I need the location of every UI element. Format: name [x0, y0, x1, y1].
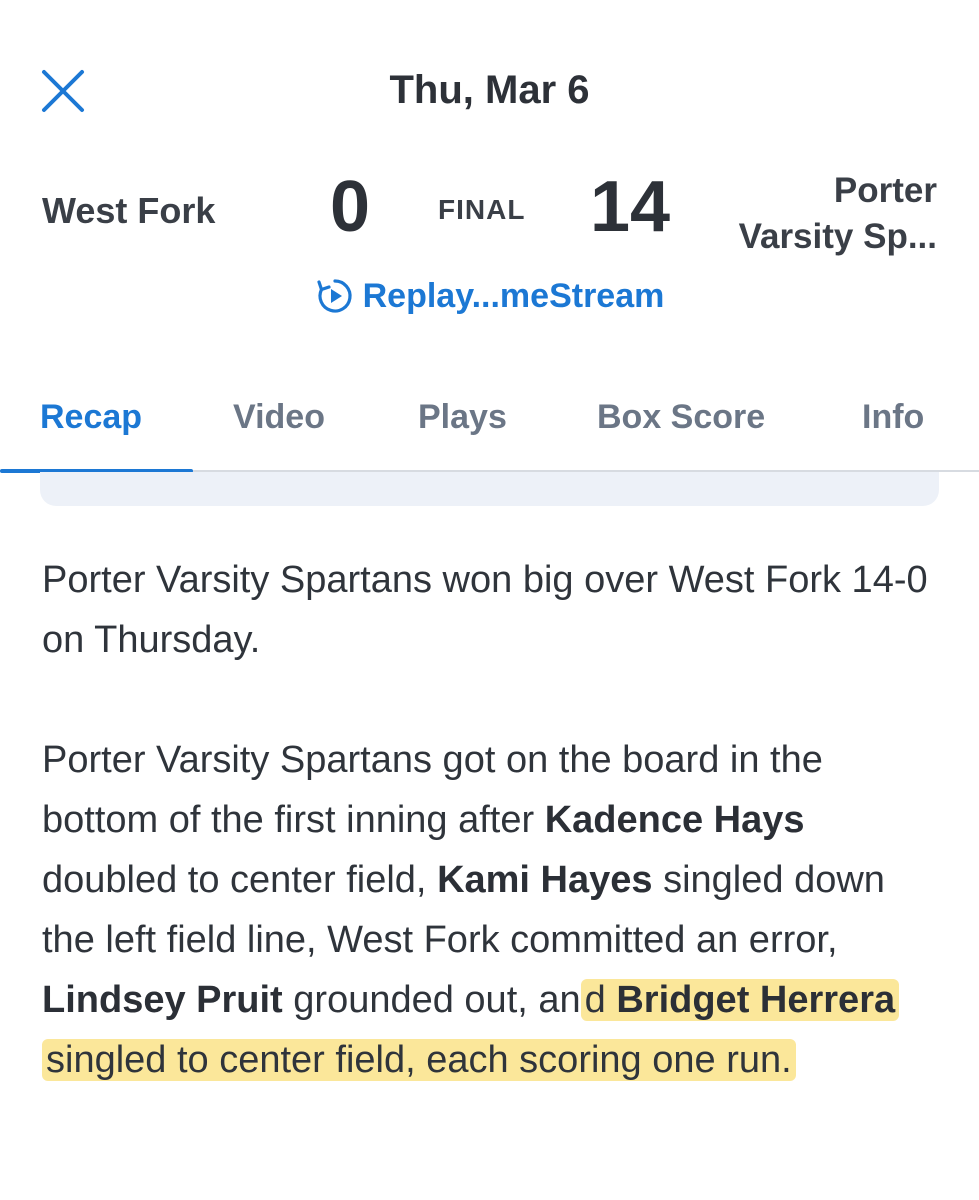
replay-stream-link[interactable]: Replay...meStream [0, 276, 979, 316]
player-name: Kami Hayes [437, 859, 653, 901]
recap-first-inning-paragraph: Porter Varsity Spartans got on the board… [42, 730, 937, 1090]
away-team-score: 0 [329, 167, 371, 247]
tab-recap[interactable]: Recap [40, 398, 142, 437]
game-date-title: Thu, Mar 6 [389, 68, 590, 112]
home-team-name-line1: Porter [833, 171, 937, 210]
player-name: Bridget Herrera [616, 979, 896, 1021]
tab-info[interactable]: Info [862, 398, 924, 437]
recap-text: grounded out, an [282, 979, 581, 1021]
recap-text: d [584, 979, 617, 1021]
replay-stream-label: Replay...meStream [362, 276, 665, 315]
recap-text: doubled to center field, [42, 859, 438, 901]
tab-box-score[interactable]: Box Score [597, 398, 765, 437]
replay-icon [317, 279, 352, 313]
player-name: Lindsey Pruit [42, 979, 283, 1021]
tab-plays[interactable]: Plays [418, 398, 507, 437]
home-team-score: 14 [589, 167, 671, 247]
recap-text: singled to center field, each scoring on… [46, 1039, 792, 1081]
content-card-bottom [40, 472, 939, 506]
player-name: Kadence Hays [544, 799, 805, 841]
recap-summary-paragraph: Porter Varsity Spartans won big over Wes… [42, 559, 928, 661]
game-status-label: FINAL [438, 194, 526, 225]
home-team-name[interactable]: Porter Varsity Sp... [687, 168, 937, 260]
game-recap-screen: Thu, Mar 6 West Fork 0 FINAL 14 Porter V… [0, 0, 979, 1200]
home-team-name-line2: Varsity Sp... [738, 217, 937, 256]
tab-video[interactable]: Video [233, 398, 325, 437]
recap-article: Porter Varsity Spartans won big over Wes… [42, 550, 937, 1150]
away-team-name[interactable]: West Fork [42, 190, 215, 232]
tab-bar: Recap Video Plays Box Score Info [0, 378, 979, 473]
